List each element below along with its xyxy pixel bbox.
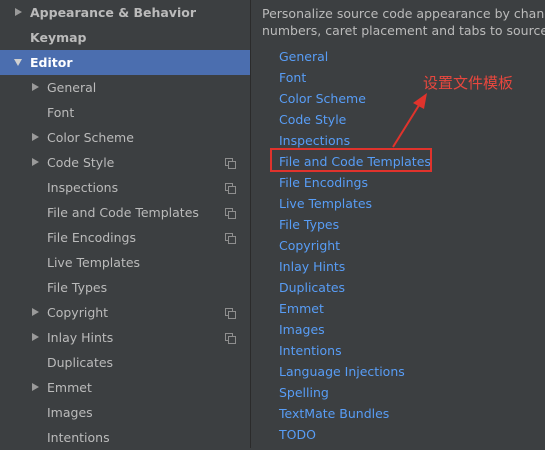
link-color-scheme[interactable]: Color Scheme — [279, 91, 366, 106]
sidebar-item-editor[interactable]: Editor — [0, 50, 250, 75]
link-file-types[interactable]: File Types — [279, 217, 339, 232]
sidebar-item-label: File Types — [47, 280, 108, 295]
sidebar-item-label: Inspections — [47, 180, 119, 195]
expand-arrow-icon[interactable] — [32, 133, 39, 141]
sidebar-item-label: Images — [47, 405, 93, 420]
link-inspections[interactable]: Inspections — [279, 133, 350, 148]
editor-settings-panel: Personalize source code appearance by ch… — [251, 0, 545, 448]
sidebar-item-live-templates[interactable]: Live Templates — [0, 250, 250, 275]
description-line-1: Personalize source code appearance by ch… — [262, 6, 545, 21]
sidebar-item-label: Color Scheme — [47, 130, 134, 145]
expand-arrow-icon[interactable] — [32, 383, 39, 391]
sidebar-item-file-types[interactable]: File Types — [0, 275, 250, 300]
project-scope-icon — [225, 333, 236, 344]
expand-arrow-icon[interactable] — [15, 8, 22, 16]
project-scope-icon — [225, 158, 236, 169]
sidebar-item-label: Intentions — [47, 430, 110, 445]
project-scope-icon — [225, 183, 236, 194]
link-emmet[interactable]: Emmet — [279, 301, 324, 316]
description-line-2: numbers, caret placement and tabs to sou… — [262, 23, 545, 38]
sidebar-item-file-encodings[interactable]: File Encodings — [0, 225, 250, 250]
link-language-injections[interactable]: Language Injections — [279, 364, 405, 379]
sidebar-item-label: Duplicates — [47, 355, 114, 370]
sidebar-item-inspections[interactable]: Inspections — [0, 175, 250, 200]
sidebar-item-label: File and Code Templates — [47, 205, 199, 220]
annotation-arrow-icon — [392, 93, 427, 148]
sidebar-item-label: General — [47, 80, 97, 95]
expand-arrow-icon[interactable] — [32, 333, 39, 341]
sidebar-item-file-and-code-templates[interactable]: File and Code Templates — [0, 200, 250, 225]
link-live-templates[interactable]: Live Templates — [279, 196, 372, 211]
sidebar-item-label: Copyright — [47, 305, 109, 320]
editor-description: Personalize source code appearance by ch… — [262, 5, 545, 39]
sidebar-item-label: File Encodings — [47, 230, 137, 245]
link-textmate-bundles[interactable]: TextMate Bundles — [279, 406, 389, 421]
expand-arrow-icon[interactable] — [32, 83, 39, 91]
link-file-encodings[interactable]: File Encodings — [279, 175, 368, 190]
sidebar-item-label: Live Templates — [47, 255, 141, 270]
sidebar-item-label: Code Style — [47, 155, 115, 170]
sidebar-item-label: Emmet — [47, 380, 92, 395]
sidebar-item-label: Font — [47, 105, 75, 120]
sidebar-item-inlay-hints[interactable]: Inlay Hints — [0, 325, 250, 350]
link-general[interactable]: General — [279, 49, 328, 64]
settings-sidebar: Appearance & Behavior Keymap Editor General… — [0, 0, 250, 448]
sidebar-item-color-scheme[interactable]: Color Scheme — [0, 125, 250, 150]
sidebar-item-images[interactable]: Images — [0, 400, 250, 425]
sidebar-item-intentions[interactable]: Intentions — [0, 425, 250, 450]
annotation-text: 设置文件模板 — [423, 74, 514, 92]
link-inlay-hints[interactable]: Inlay Hints — [279, 259, 345, 274]
link-font[interactable]: Font — [279, 70, 306, 85]
project-scope-icon — [225, 208, 236, 219]
collapse-arrow-icon[interactable] — [14, 59, 22, 66]
sidebar-item-duplicates[interactable]: Duplicates — [0, 350, 250, 375]
sidebar-item-label: Editor — [30, 55, 73, 70]
link-spelling[interactable]: Spelling — [279, 385, 329, 400]
sidebar-item-appearance-behavior[interactable]: Appearance & Behavior — [0, 0, 250, 25]
link-copyright[interactable]: Copyright — [279, 238, 340, 253]
project-scope-icon — [225, 233, 236, 244]
expand-arrow-icon[interactable] — [32, 308, 39, 316]
sidebar-item-label: Inlay Hints — [47, 330, 114, 345]
sidebar-item-code-style[interactable]: Code Style — [0, 150, 250, 175]
sidebar-item-label: Appearance & Behavior — [30, 5, 196, 20]
expand-arrow-icon[interactable] — [32, 158, 39, 166]
link-intentions[interactable]: Intentions — [279, 343, 342, 358]
sidebar-item-label: Keymap — [30, 30, 87, 45]
link-todo[interactable]: TODO — [279, 427, 316, 442]
sidebar-item-emmet[interactable]: Emmet — [0, 375, 250, 400]
sidebar-item-general[interactable]: General — [0, 75, 250, 100]
sidebar-item-copyright[interactable]: Copyright — [0, 300, 250, 325]
link-code-style[interactable]: Code Style — [279, 112, 346, 127]
link-images[interactable]: Images — [279, 322, 325, 337]
link-duplicates[interactable]: Duplicates — [279, 280, 345, 295]
project-scope-icon — [225, 308, 236, 319]
sidebar-item-keymap[interactable]: Keymap — [0, 25, 250, 50]
sidebar-item-font[interactable]: Font — [0, 100, 250, 125]
